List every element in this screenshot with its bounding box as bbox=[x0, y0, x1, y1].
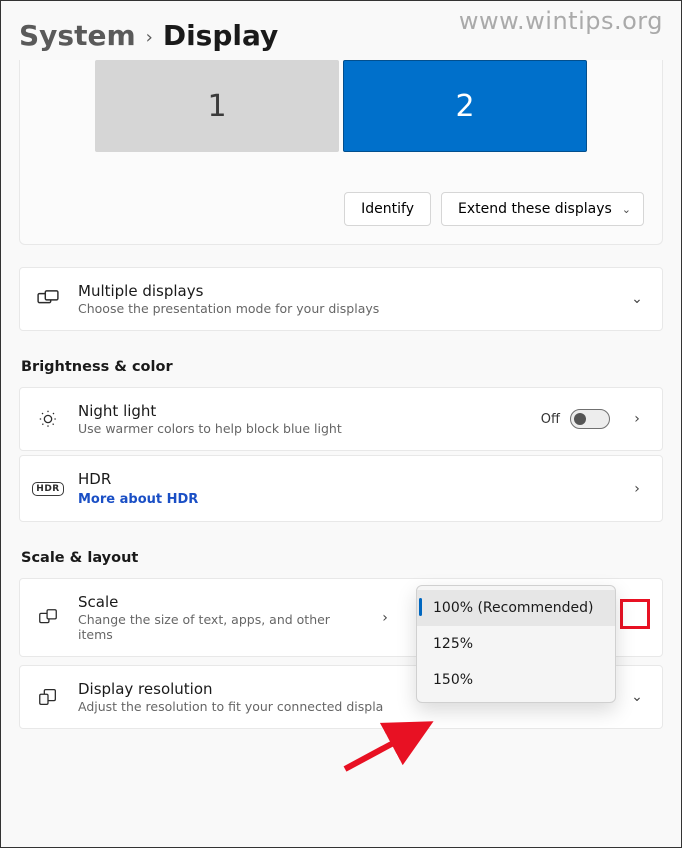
night-light-icon bbox=[36, 408, 60, 430]
chevron-right-icon: › bbox=[628, 481, 646, 497]
section-brightness-label: Brightness & color bbox=[21, 359, 663, 375]
resolution-icon bbox=[36, 686, 60, 708]
scale-option-125[interactable]: 125% bbox=[417, 626, 615, 662]
multiple-displays-icon bbox=[36, 290, 60, 308]
night-light-state: Off bbox=[541, 412, 560, 427]
extend-displays-label: Extend these displays bbox=[458, 201, 612, 217]
page-title: Display bbox=[163, 19, 278, 52]
multiple-displays-card[interactable]: Multiple displays Choose the presentatio… bbox=[19, 267, 663, 331]
monitor-1[interactable]: 1 bbox=[95, 60, 339, 152]
chevron-down-icon: ⌄ bbox=[622, 203, 631, 216]
identify-button[interactable]: Identify bbox=[344, 192, 431, 226]
chevron-right-icon: › bbox=[376, 610, 394, 626]
hdr-card[interactable]: HDR HDR More about HDR › bbox=[19, 455, 663, 522]
display-arrangement-panel: 1 2 Identify Extend these displays ⌄ bbox=[19, 60, 663, 245]
breadcrumb-parent[interactable]: System bbox=[19, 19, 136, 52]
multiple-displays-sub: Choose the presentation mode for your di… bbox=[78, 301, 610, 316]
scale-title: Scale bbox=[78, 593, 358, 611]
night-light-title: Night light bbox=[78, 402, 523, 420]
hdr-more-link[interactable]: More about HDR bbox=[78, 492, 198, 507]
section-scale-label: Scale & layout bbox=[21, 550, 663, 566]
monitor-2[interactable]: 2 bbox=[343, 60, 587, 152]
hdr-icon: HDR bbox=[36, 482, 60, 496]
multiple-displays-title: Multiple displays bbox=[78, 282, 610, 300]
scale-option-100[interactable]: 100% (Recommended) bbox=[417, 590, 615, 626]
breadcrumb: System › Display bbox=[19, 19, 663, 52]
chevron-right-icon: › bbox=[146, 27, 153, 48]
scale-dropdown-pane: 100% (Recommended) 125% 150% bbox=[416, 585, 616, 703]
chevron-right-icon: › bbox=[628, 411, 646, 427]
scale-option-150[interactable]: 150% bbox=[417, 662, 615, 698]
night-light-card[interactable]: Night light Use warmer colors to help bl… bbox=[19, 387, 663, 451]
extend-displays-dropdown[interactable]: Extend these displays ⌄ bbox=[441, 192, 644, 226]
scale-icon bbox=[36, 607, 60, 629]
scale-sub: Change the size of text, apps, and other… bbox=[78, 612, 358, 642]
night-light-toggle[interactable] bbox=[570, 409, 610, 429]
chevron-down-icon: ⌄ bbox=[628, 291, 646, 307]
chevron-down-icon: ⌄ bbox=[628, 689, 646, 705]
scale-card[interactable]: Scale Change the size of text, apps, and… bbox=[19, 578, 663, 657]
annotation-highlight-box bbox=[620, 599, 650, 629]
night-light-sub: Use warmer colors to help block blue lig… bbox=[78, 421, 523, 436]
hdr-title: HDR bbox=[78, 470, 610, 488]
